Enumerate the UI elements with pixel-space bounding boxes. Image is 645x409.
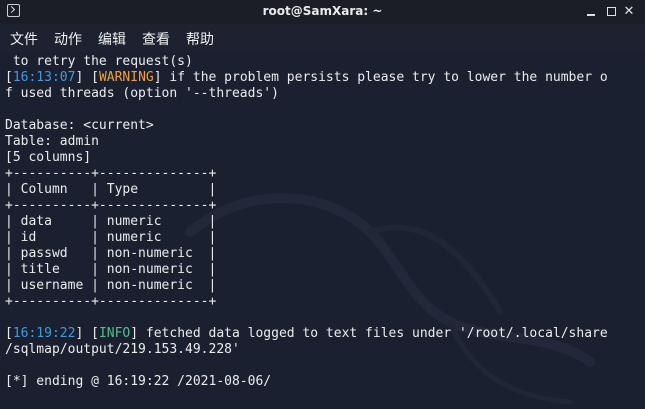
maximize-icon bbox=[606, 7, 616, 16]
info-continuation: /sqlmap/output/219.153.49.228' bbox=[5, 342, 240, 357]
menu-help[interactable]: 帮助 bbox=[186, 29, 214, 49]
warning-message: if the problem persists please try to lo… bbox=[161, 70, 608, 85]
info-timestamp: 16:19:22 bbox=[12, 326, 76, 341]
table-row: | data | numeric | bbox=[5, 214, 217, 229]
menu-edit[interactable]: 编辑 bbox=[98, 29, 126, 49]
warning-continuation: f used threads (option '--threads') bbox=[5, 86, 279, 101]
database-line: Database: <current> bbox=[5, 118, 154, 133]
info-line: [16:19:22] [INFO] fetched data logged to… bbox=[5, 326, 608, 341]
table-border-mid: +----------+--------------+ bbox=[5, 198, 217, 213]
table-row: | title | non-numeric | bbox=[5, 262, 217, 277]
terminal-window: root@SamXara: ~ ✕ 文件 动作 编辑 查看 帮助 to retr… bbox=[0, 0, 645, 409]
menu-bar: 文件 动作 编辑 查看 帮助 bbox=[0, 24, 645, 52]
close-button[interactable]: ✕ bbox=[622, 5, 636, 19]
title-bar[interactable]: root@SamXara: ~ ✕ bbox=[0, 0, 645, 24]
warning-timestamp: 16:13:07 bbox=[12, 70, 76, 85]
table-header: | Column | Type | bbox=[5, 182, 217, 197]
warning-tag: WARNING bbox=[98, 70, 154, 85]
warning-line: [16:13:07] [WARNING] if the problem pers… bbox=[5, 70, 608, 85]
info-message: fetched data logged to text files under … bbox=[138, 326, 608, 341]
table-row: | id | numeric | bbox=[5, 230, 217, 245]
columns-count-line: [5 columns] bbox=[5, 150, 92, 165]
minimize-icon bbox=[587, 14, 595, 16]
output-line-retry: to retry the request(s) bbox=[5, 54, 193, 69]
table-row: | passwd | non-numeric | bbox=[5, 246, 217, 261]
menu-view[interactable]: 查看 bbox=[142, 29, 170, 49]
table-border-top: +----------+--------------+ bbox=[5, 166, 217, 181]
maximize-button[interactable] bbox=[604, 5, 618, 19]
table-border-bottom: +----------+--------------+ bbox=[5, 294, 217, 309]
info-tag: INFO bbox=[98, 326, 131, 341]
minimize-button[interactable] bbox=[584, 5, 598, 19]
terminal-output[interactable]: to retry the request(s) [16:13:07] [WARN… bbox=[0, 52, 645, 409]
table-row: | username | non-numeric | bbox=[5, 278, 217, 293]
menu-file[interactable]: 文件 bbox=[10, 29, 38, 49]
window-title: root@SamXara: ~ bbox=[262, 4, 383, 18]
menu-action[interactable]: 动作 bbox=[54, 29, 82, 49]
ending-line: [*] ending @ 16:19:22 /2021-08-06/ bbox=[5, 374, 272, 389]
table-line: Table: admin bbox=[5, 134, 99, 149]
